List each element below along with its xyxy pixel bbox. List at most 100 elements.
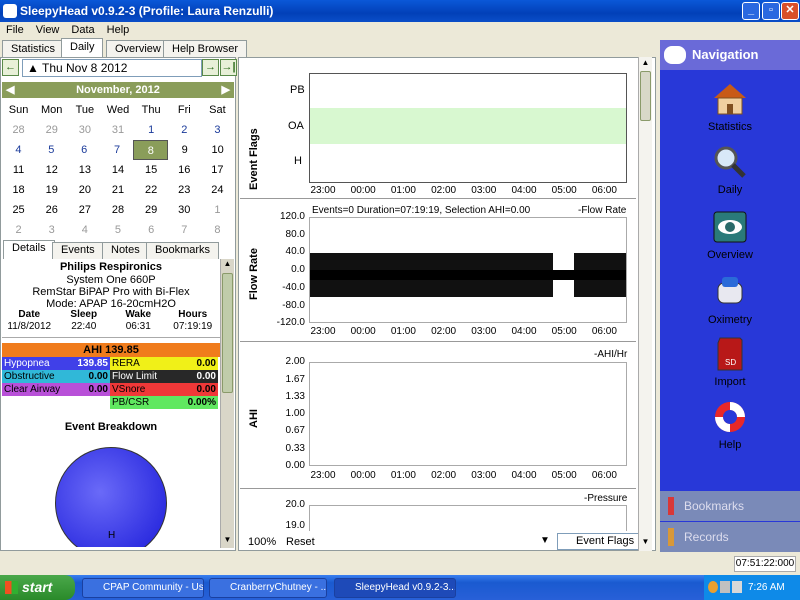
next-month-icon[interactable]: ▶ — [222, 82, 230, 98]
calendar-day[interactable]: 11 — [2, 160, 35, 180]
taskbar-item[interactable]: CPAP Community - Us... — [82, 578, 204, 598]
subtab-bookmarks[interactable]: Bookmarks — [146, 242, 220, 259]
graph-scrollbar[interactable]: ▲ ▼ — [638, 57, 652, 551]
subtab-events[interactable]: Events — [52, 242, 104, 259]
calendar-day[interactable]: 13 — [68, 160, 101, 180]
calendar-day[interactable]: 3 — [201, 120, 234, 140]
menu-file[interactable]: File — [0, 22, 30, 38]
calendar-day[interactable]: 27 — [68, 200, 101, 220]
calendar-day[interactable]: 5 — [101, 220, 134, 240]
calendar-day[interactable]: 24 — [201, 180, 234, 200]
calendar-day[interactable]: 6 — [135, 220, 168, 240]
graph-select[interactable]: Event Flags — [557, 533, 650, 550]
subtab-notes[interactable]: Notes — [102, 242, 149, 259]
nav-records[interactable]: Records — [660, 522, 800, 552]
x-tick-label: 00:00 — [350, 470, 376, 481]
eye-icon — [713, 211, 747, 243]
calendar-day[interactable]: 8 — [201, 220, 234, 240]
calendar-day[interactable]: 29 — [135, 200, 168, 220]
calendar-day[interactable]: 17 — [201, 160, 234, 180]
calendar-day[interactable]: 9 — [168, 140, 201, 160]
calendar-day[interactable]: 30 — [68, 120, 101, 140]
tray-icon[interactable] — [708, 581, 718, 593]
calendar-day[interactable]: 30 — [168, 200, 201, 220]
calendar-day[interactable]: 28 — [2, 120, 35, 140]
flow-tick: -120.0 — [276, 317, 305, 328]
calendar-day[interactable]: 26 — [35, 200, 68, 220]
dropdown-arrow-icon[interactable]: ▼ — [540, 535, 550, 546]
calendar-day[interactable]: 18 — [2, 180, 35, 200]
calendar-day[interactable]: 19 — [35, 180, 68, 200]
status-time: 07:51:22:000 — [734, 556, 796, 572]
calendar-day[interactable]: 23 — [168, 180, 201, 200]
tab-statistics[interactable]: Statistics — [2, 40, 65, 57]
index-pb-csr: PB/CSR 0.00% — [110, 396, 218, 409]
calendar-day[interactable]: 28 — [101, 200, 134, 220]
menu-data[interactable]: Data — [65, 22, 100, 38]
scroll-down-icon[interactable]: ▼ — [222, 535, 233, 547]
prev-day-button[interactable]: ← — [2, 59, 19, 76]
calendar-day[interactable]: 4 — [2, 140, 35, 160]
tab-overview[interactable]: Overview — [106, 40, 170, 57]
calendar-day[interactable]: 2 — [168, 120, 201, 140]
minimize-button[interactable]: _ — [742, 2, 760, 20]
ahi-plot[interactable] — [309, 362, 627, 466]
weekday-sun: Sun — [8, 104, 29, 116]
nav-bookmarks[interactable]: Bookmarks — [660, 491, 800, 521]
close-button[interactable]: ✕ — [781, 2, 799, 20]
calendar-day[interactable]: 12 — [35, 160, 68, 180]
calendar-day[interactable]: 2 — [2, 220, 35, 240]
nav-import[interactable]: SD Import — [660, 337, 800, 388]
nav-daily[interactable]: Daily — [660, 145, 800, 196]
calendar-day[interactable]: 10 — [201, 140, 234, 160]
scroll-up-icon[interactable]: ▲ — [640, 58, 651, 70]
nav-overview[interactable]: Overview — [660, 210, 800, 261]
calendar-day[interactable]: 7 — [101, 140, 134, 160]
flow-rate-plot[interactable] — [309, 217, 627, 323]
calendar-day[interactable]: 29 — [35, 120, 68, 140]
reset-button[interactable]: Reset — [286, 536, 315, 548]
last-day-button[interactable]: →| — [220, 59, 237, 76]
calendar-day[interactable]: 6 — [68, 140, 101, 160]
calendar-day[interactable]: 14 — [101, 160, 134, 180]
calendar-day[interactable]: 25 — [2, 200, 35, 220]
scroll-thumb[interactable] — [222, 273, 233, 393]
taskbar-item-active[interactable]: SleepyHead v0.9.2-3... — [334, 578, 456, 598]
calendar-day[interactable]: 21 — [101, 180, 134, 200]
calendar-day[interactable]: 1 — [201, 200, 234, 220]
tab-daily[interactable]: Daily — [61, 38, 104, 58]
pressure-plot[interactable] — [309, 505, 627, 531]
scroll-down-icon[interactable]: ▼ — [640, 537, 651, 549]
calendar-day[interactable]: 20 — [68, 180, 101, 200]
calendar-day[interactable]: 5 — [35, 140, 68, 160]
nav-help[interactable]: Help — [660, 400, 800, 451]
tray-icon[interactable] — [720, 581, 730, 593]
calendar-day[interactable]: 31 — [101, 120, 134, 140]
nav-statistics[interactable]: Statistics — [660, 82, 800, 133]
start-button[interactable]: start — [0, 575, 75, 600]
nav-oximetry[interactable]: Oximetry — [660, 275, 800, 326]
calendar-day[interactable]: 3 — [35, 220, 68, 240]
calendar-day[interactable]: 22 — [135, 180, 168, 200]
maximize-button[interactable]: ▫ — [762, 2, 780, 20]
subtab-details[interactable]: Details — [3, 240, 55, 260]
calendar-day[interactable]: 7 — [168, 220, 201, 240]
next-day-button[interactable]: → — [202, 59, 219, 76]
date-picker[interactable]: ▲ Thu Nov 8 2012 — [22, 59, 202, 77]
index-vsnore: VSnore 0.00 — [110, 383, 218, 396]
calendar-day[interactable]: 16 — [168, 160, 201, 180]
menu-help[interactable]: Help — [101, 22, 136, 38]
tab-help-browser[interactable]: Help Browser — [163, 40, 248, 57]
details-scrollbar[interactable]: ▲ ▼ — [220, 259, 234, 548]
prev-month-icon[interactable]: ◀ — [6, 82, 14, 98]
scroll-up-icon[interactable]: ▲ — [222, 259, 233, 271]
scroll-thumb[interactable] — [640, 71, 651, 121]
menu-view[interactable]: View — [30, 22, 66, 38]
calendar-day[interactable]: 1 — [135, 120, 168, 140]
taskbar-item[interactable]: CranberryChutney - ... — [209, 578, 327, 598]
calendar-day[interactable]: 4 — [68, 220, 101, 240]
calendar-day-selected[interactable]: 8 — [133, 140, 169, 160]
calendar-day[interactable]: 15 — [135, 160, 168, 180]
speaker-icon[interactable] — [732, 581, 742, 593]
event-flags-plot[interactable] — [309, 73, 627, 183]
